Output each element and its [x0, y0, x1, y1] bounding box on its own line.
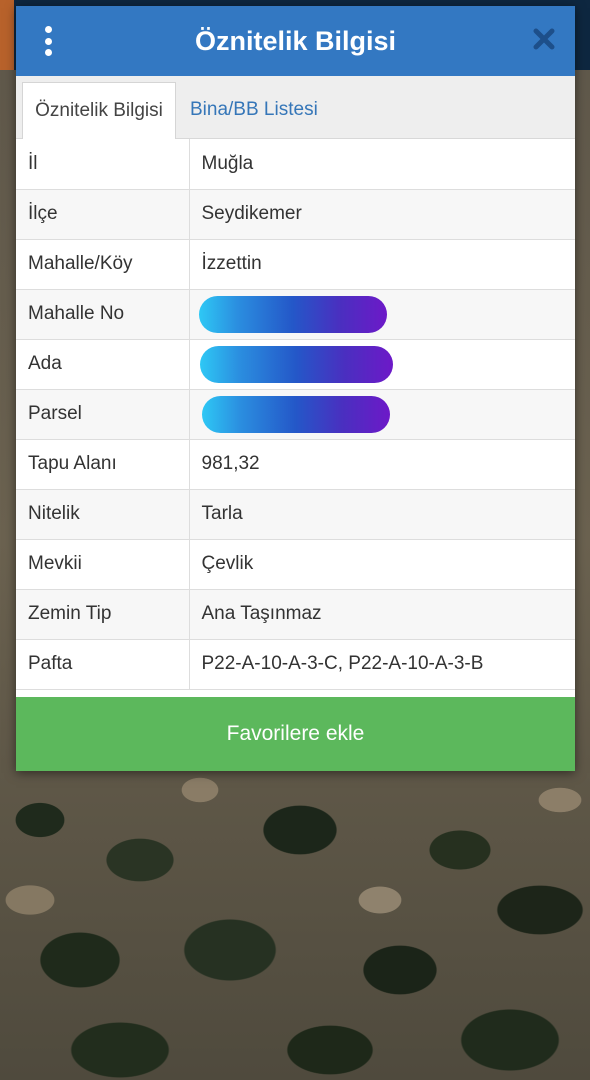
redaction-mark	[201, 395, 390, 433]
row-key: Parsel	[16, 389, 190, 440]
row-key: Zemin Tip	[16, 589, 190, 640]
row-value	[189, 389, 575, 440]
table-row: Nitelik Tarla	[16, 489, 575, 540]
dialog-header: Öznitelik Bilgisi	[16, 6, 575, 76]
table-row: Pafta P22-A-10-A-3-C, P22-A-10-A-3-B	[16, 639, 575, 690]
tab-attribute-info[interactable]: Öznitelik Bilgisi	[22, 82, 176, 139]
table-row: Mahalle/Köy İzzettin	[16, 239, 575, 290]
row-value	[189, 289, 575, 340]
table-row: Mevkii Çevlik	[16, 539, 575, 590]
row-value: Seydikemer	[189, 189, 575, 240]
row-key: Mahalle No	[16, 289, 190, 340]
row-key: İl	[16, 139, 190, 190]
table-row: İl Muğla	[16, 139, 575, 190]
tab-building-list[interactable]: Bina/BB Listesi	[190, 82, 318, 138]
row-key: Nitelik	[16, 489, 190, 540]
row-value	[189, 339, 575, 390]
row-key: Mahalle/Köy	[16, 239, 190, 290]
tab-bar: Öznitelik Bilgisi Bina/BB Listesi	[16, 76, 575, 139]
row-value: Çevlik	[189, 539, 575, 590]
table-row: İlçe Seydikemer	[16, 189, 575, 240]
row-value: Muğla	[189, 139, 575, 190]
row-key: Pafta	[16, 639, 190, 690]
table-row: Ada	[16, 339, 575, 390]
row-key: Ada	[16, 339, 190, 390]
row-value: P22-A-10-A-3-C, P22-A-10-A-3-B	[189, 639, 575, 690]
table-row: Tapu Alanı 981,32	[16, 439, 575, 490]
vertical-dots-icon[interactable]	[40, 26, 56, 56]
table-row: Mahalle No	[16, 289, 575, 340]
row-key: İlçe	[16, 189, 190, 240]
row-value: 981,32	[189, 439, 575, 490]
redaction-mark	[198, 295, 387, 333]
close-icon[interactable]	[531, 26, 557, 52]
attribute-dialog: Öznitelik Bilgisi Öznitelik Bilgisi Bina…	[16, 6, 575, 771]
dialog-title: Öznitelik Bilgisi	[194, 25, 397, 56]
row-key: Tapu Alanı	[16, 439, 190, 490]
table-row: Zemin Tip Ana Taşınmaz	[16, 589, 575, 640]
redaction-mark	[199, 345, 393, 383]
row-value: Tarla	[189, 489, 575, 540]
add-to-favorites-button[interactable]: Favorilere ekle	[16, 697, 575, 771]
row-key: Mevkii	[16, 539, 190, 590]
table-row: Parsel	[16, 389, 575, 440]
row-value: İzzettin	[189, 239, 575, 290]
attribute-table: İl Muğla İlçe Seydikemer Mahalle/Köy İzz…	[16, 139, 575, 690]
row-value: Ana Taşınmaz	[189, 589, 575, 640]
